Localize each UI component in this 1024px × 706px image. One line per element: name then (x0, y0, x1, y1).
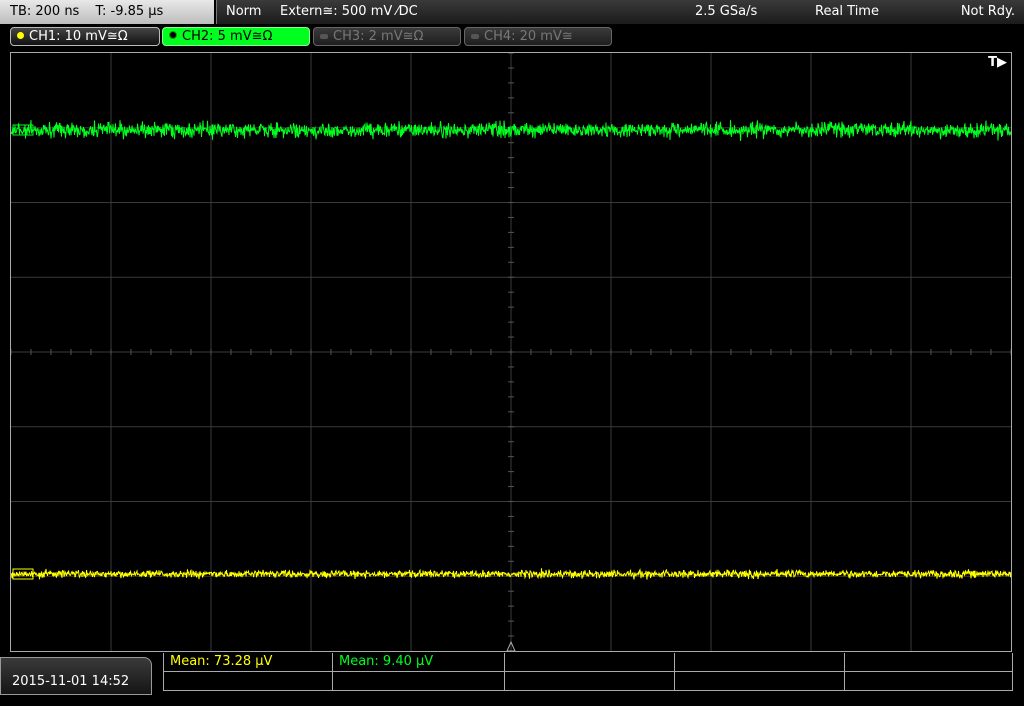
measurement-cell-8[interactable] (505, 672, 675, 691)
measurement-cell-3[interactable] (505, 653, 675, 672)
timebase-label: TB: 200 ns (10, 4, 80, 19)
trigger-mode: Norm (226, 4, 262, 19)
measurement-cell-1[interactable]: Mean: 73.28 µV (163, 653, 333, 672)
top-status-bar: TB: 200 ns T: -9.85 µs Norm Extern≅: 500… (0, 0, 1024, 24)
waveform-plot (11, 53, 1011, 651)
measurement-cell-7[interactable] (333, 672, 505, 691)
channel-3-indicator-icon (320, 34, 328, 39)
trigger-position-marker: T▶ (988, 55, 1007, 70)
channel-1-button[interactable]: CH1: 10 mV≅Ω (10, 27, 160, 46)
trigger-time-label: T: -9.85 µs (95, 4, 164, 19)
acquisition-mode: Real Time (815, 4, 879, 19)
timebase-box[interactable]: TB: 200 ns T: -9.85 µs (0, 0, 214, 24)
acquisition-state: Not Rdy. (960, 4, 1015, 19)
channel-4-button[interactable]: CH4: 20 mV≅ (464, 27, 612, 46)
channel-3-label: CH3: 2 mV≅Ω (333, 29, 424, 44)
channel-2-button[interactable]: CH2: 5 mV≅Ω (162, 27, 310, 46)
measurement-cell-10[interactable] (845, 672, 1013, 691)
measurement-1-value: Mean: 73.28 µV (170, 654, 273, 669)
datetime-display: 2015-11-01 14:52 (0, 657, 152, 695)
datetime-label: 2015-11-01 14:52 (12, 674, 130, 689)
channel-1-indicator-icon (17, 32, 24, 39)
channel-4-label: CH4: 20 mV≅ (484, 29, 573, 44)
measurement-cell-4[interactable] (675, 653, 845, 672)
channel-1-label: CH1: 10 mV≅Ω (29, 29, 128, 44)
channel-3-button[interactable]: CH3: 2 mV≅Ω (313, 27, 461, 46)
trigger-source: Extern≅: 500 mV ⁄DC (280, 4, 418, 19)
channel-2-indicator-icon (169, 31, 177, 39)
channel-2-label: CH2: 5 mV≅Ω (182, 29, 273, 44)
measurement-cell-2[interactable]: Mean: 9.40 µV (333, 653, 505, 672)
measurement-table: Mean: 73.28 µV Mean: 9.40 µV (163, 653, 1013, 691)
measurement-cell-9[interactable] (675, 672, 845, 691)
waveform-display[interactable]: T▶ (10, 52, 1012, 652)
channel-bar: CH1: 10 mV≅Ω CH2: 5 mV≅Ω CH3: 2 mV≅Ω CH4… (0, 24, 1024, 50)
acquisition-status[interactable]: Norm Extern≅: 500 mV ⁄DC 2.5 GSa/s Real … (216, 0, 1024, 24)
measurement-cell-6[interactable] (163, 672, 333, 691)
channel-4-indicator-icon (471, 34, 479, 39)
sample-rate: 2.5 GSa/s (695, 4, 758, 19)
measurement-cell-5[interactable] (845, 653, 1013, 672)
measurement-2-value: Mean: 9.40 µV (339, 654, 434, 669)
